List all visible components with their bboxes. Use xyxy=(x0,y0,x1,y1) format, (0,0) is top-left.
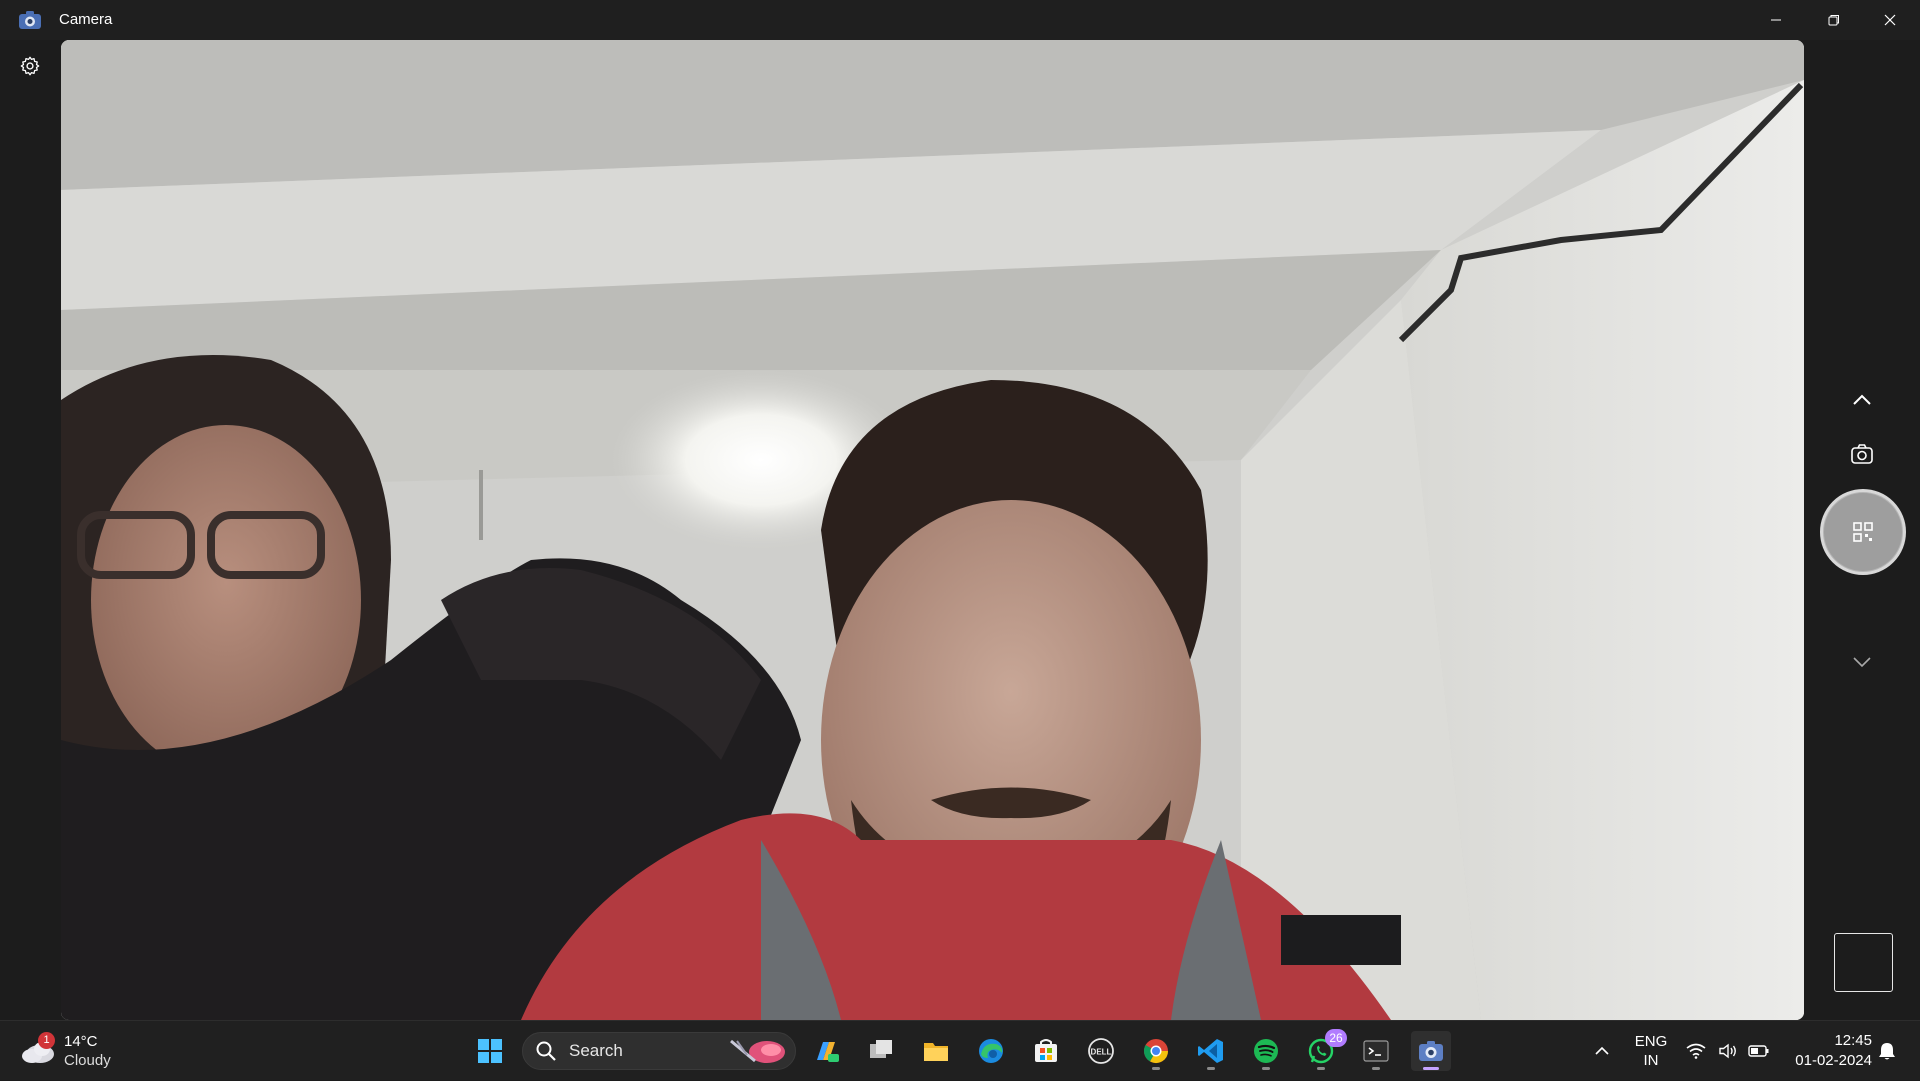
minimize-button[interactable] xyxy=(1748,0,1804,40)
weather-widget[interactable]: 1 14°C Cloudy xyxy=(20,1028,111,1074)
taskbar-microsoft-store[interactable] xyxy=(1026,1031,1066,1071)
chevron-up-icon xyxy=(1853,394,1871,405)
close-icon xyxy=(1884,14,1896,26)
gear-icon xyxy=(20,56,40,76)
battery-status[interactable] xyxy=(1744,1021,1774,1081)
switch-mode-up-button[interactable] xyxy=(1846,384,1878,416)
window-title: Camera xyxy=(59,11,113,28)
terminal-icon xyxy=(1363,1040,1389,1062)
chevron-down-icon xyxy=(1853,657,1871,668)
camera-preview-image xyxy=(61,40,1804,1020)
last-capture-thumbnail[interactable] xyxy=(1834,933,1893,992)
taskbar: 1 14°C Cloudy Search DELL 26 ENG IN 12:4… xyxy=(0,1020,1920,1080)
photo-mode-button[interactable] xyxy=(1846,438,1878,470)
vscode-icon xyxy=(1198,1039,1223,1063)
chrome-icon xyxy=(1143,1039,1168,1064)
running-indicator xyxy=(1207,1067,1215,1070)
cloudy-weather-icon: 1 xyxy=(20,1032,56,1066)
windows-icon xyxy=(478,1039,502,1063)
show-hidden-icons-button[interactable] xyxy=(1586,1021,1618,1081)
running-indicator xyxy=(1372,1067,1380,1070)
restore-button[interactable] xyxy=(1806,0,1862,40)
edge-icon xyxy=(979,1039,1003,1063)
running-indicator xyxy=(1262,1067,1270,1070)
restore-icon xyxy=(1828,15,1839,26)
chevron-up-icon xyxy=(1595,1046,1609,1055)
volume-control[interactable] xyxy=(1714,1021,1742,1081)
bell-icon xyxy=(1879,1043,1895,1060)
wifi-icon xyxy=(1686,1043,1706,1059)
camera-viewfinder[interactable] xyxy=(61,40,1804,1020)
camera-app-taskbar-icon xyxy=(1419,1041,1443,1061)
taskbar-chrome[interactable] xyxy=(1136,1031,1176,1071)
active-indicator xyxy=(1423,1067,1439,1070)
input-language-indicator[interactable]: ENG IN xyxy=(1630,1021,1672,1081)
minimize-icon xyxy=(1771,19,1781,21)
speaker-icon xyxy=(1719,1043,1736,1059)
running-indicator xyxy=(1317,1067,1325,1070)
clock-date: 01-02-2024 xyxy=(1795,1052,1872,1069)
switch-mode-down-button[interactable] xyxy=(1846,646,1878,678)
notifications-button[interactable] xyxy=(1872,1021,1902,1081)
battery-icon xyxy=(1748,1045,1769,1057)
camera-icon xyxy=(1851,444,1873,464)
spotify-icon xyxy=(1254,1039,1278,1063)
taskbar-edge[interactable] xyxy=(971,1031,1011,1071)
shutter-button[interactable] xyxy=(1820,489,1906,575)
taskbar-camera[interactable] xyxy=(1411,1031,1451,1071)
start-button[interactable] xyxy=(470,1031,510,1071)
svg-text:DELL: DELL xyxy=(1091,1048,1112,1057)
running-indicator xyxy=(1152,1067,1160,1070)
close-button[interactable] xyxy=(1862,0,1918,40)
task-view-icon xyxy=(870,1040,892,1058)
taskbar-file-explorer[interactable] xyxy=(916,1031,956,1071)
camera-app-icon xyxy=(19,11,41,29)
title-bar: Camera xyxy=(0,0,1920,40)
store-icon xyxy=(1035,1039,1057,1062)
weather-condition: Cloudy xyxy=(64,1052,111,1069)
search-placeholder: Search xyxy=(569,1041,623,1060)
weather-text: 14°C Cloudy xyxy=(64,1032,111,1070)
taskbar-vscode[interactable] xyxy=(1191,1031,1231,1071)
clock-time: 12:45 xyxy=(1834,1032,1872,1049)
shutter-face xyxy=(1824,493,1902,571)
taskbar-search[interactable]: Search xyxy=(522,1032,796,1070)
settings-button[interactable] xyxy=(14,50,46,82)
folder-icon xyxy=(924,1043,948,1061)
search-icon xyxy=(536,1041,556,1061)
clock[interactable]: 12:45 01-02-2024 xyxy=(1782,1021,1872,1081)
taskbar-copilot[interactable] xyxy=(806,1031,846,1071)
whatsapp-unread-badge: 26 xyxy=(1325,1029,1347,1047)
language-code: ENG xyxy=(1634,1033,1668,1050)
qr-scan-icon xyxy=(1853,522,1873,542)
taskbar-spotify[interactable] xyxy=(1246,1031,1286,1071)
weather-temperature: 14°C xyxy=(64,1033,98,1050)
taskbar-terminal[interactable] xyxy=(1356,1031,1396,1071)
copilot-icon xyxy=(817,1042,839,1062)
network-status[interactable] xyxy=(1682,1021,1710,1081)
dell-icon: DELL xyxy=(1088,1038,1114,1064)
search-highlight-art-icon xyxy=(730,1039,785,1063)
taskbar-whatsapp[interactable]: 26 xyxy=(1301,1029,1347,1071)
region-code: IN xyxy=(1643,1052,1659,1069)
taskbar-dell[interactable]: DELL xyxy=(1081,1031,1121,1071)
taskbar-task-view[interactable] xyxy=(861,1031,901,1071)
weather-alert-badge: 1 xyxy=(38,1032,55,1049)
